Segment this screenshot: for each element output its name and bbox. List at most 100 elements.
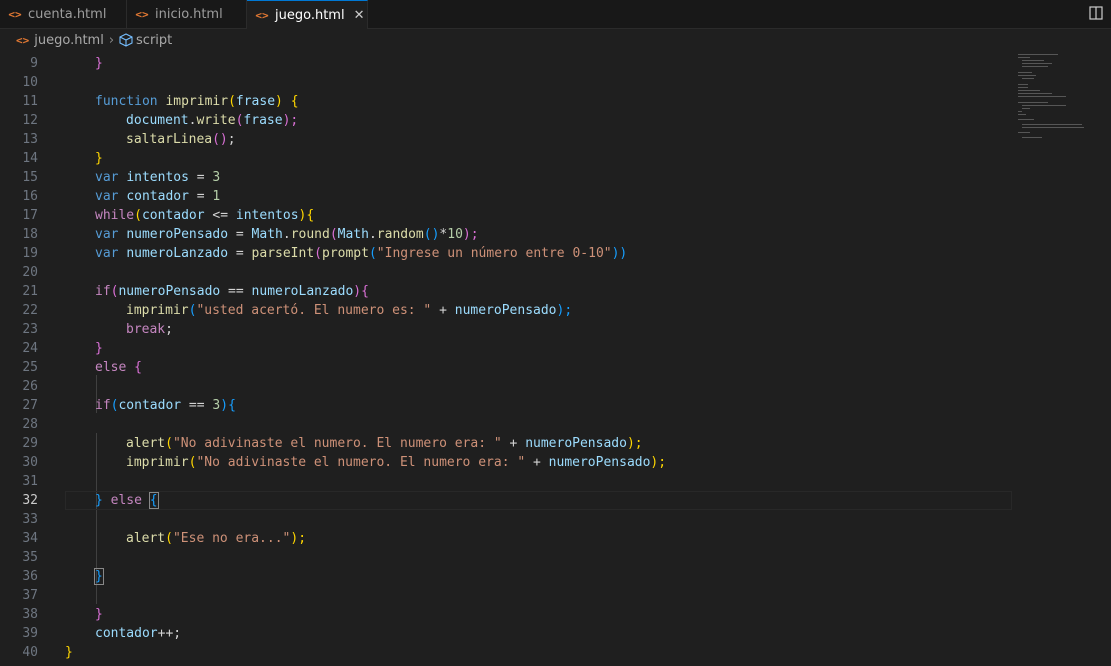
breadcrumb-file[interactable]: juego.html bbox=[34, 33, 104, 48]
line-number: 28 bbox=[22, 417, 38, 432]
function-call: imprimir bbox=[126, 455, 189, 470]
code-line: 31 bbox=[0, 472, 1010, 491]
string: "Ese no era..." bbox=[172, 531, 291, 546]
paren: ( bbox=[329, 227, 338, 242]
line-number: 25 bbox=[22, 360, 38, 375]
function-call: prompt bbox=[322, 246, 369, 261]
symbol-cube-icon bbox=[119, 33, 133, 47]
close-icon[interactable]: ✕ bbox=[354, 8, 365, 23]
brace: } bbox=[95, 56, 103, 71]
operator: ++; bbox=[157, 626, 182, 641]
code-line: 10 bbox=[0, 73, 1010, 92]
code-line: 36 } bbox=[0, 567, 1010, 586]
tab-juego[interactable]: <> juego.html ✕ bbox=[247, 0, 368, 29]
keyword: function bbox=[95, 94, 158, 109]
identifier: intentos bbox=[126, 170, 189, 185]
identifier: intentos bbox=[235, 208, 299, 223]
breadcrumb-symbol[interactable]: script bbox=[136, 33, 172, 48]
line-number: 23 bbox=[22, 322, 38, 337]
code-line: 27 if(contador == 3){ bbox=[0, 396, 1010, 415]
line-number: 30 bbox=[22, 455, 38, 470]
line-number: 21 bbox=[22, 284, 38, 299]
html-file-icon: <> bbox=[16, 33, 30, 47]
keyword: var bbox=[95, 170, 119, 185]
code-line: 9 } bbox=[0, 54, 1010, 73]
paren-semicolon: ); bbox=[556, 303, 573, 318]
identifier: numeroLanzado bbox=[126, 246, 229, 261]
operator: = bbox=[228, 227, 252, 242]
line-number: 20 bbox=[22, 265, 38, 280]
paren-semicolon: ); bbox=[290, 531, 307, 546]
function-call: saltarLinea bbox=[126, 132, 213, 147]
keyword: else bbox=[95, 360, 127, 375]
code-line: 37 bbox=[0, 586, 1010, 605]
line-number: 26 bbox=[22, 379, 38, 394]
string: "usted acertó. El numero es: " bbox=[196, 303, 432, 318]
current-code-line: 32 } else { bbox=[0, 491, 1012, 510]
dot: . bbox=[368, 227, 377, 242]
identifier: contador bbox=[126, 189, 189, 204]
semicolon: ; bbox=[165, 322, 173, 337]
code-line: 26 bbox=[0, 377, 1010, 396]
line-number: 9 bbox=[30, 56, 38, 71]
paren-semicolon: ); bbox=[650, 455, 667, 470]
paren-semicolon: ); bbox=[626, 436, 643, 451]
identifier: numeroPensado bbox=[126, 227, 229, 242]
split-editor-icon[interactable] bbox=[1089, 6, 1103, 20]
paren: ( bbox=[228, 94, 236, 109]
string: "No adivinaste el numero. El numero era:… bbox=[172, 436, 502, 451]
keyword: var bbox=[95, 189, 119, 204]
number: 3 bbox=[212, 170, 221, 185]
method: write bbox=[196, 113, 236, 128]
operator: = bbox=[228, 246, 252, 261]
code-line: 19 var numeroLanzado = parseInt(prompt("… bbox=[0, 244, 1010, 263]
code-line: 35 bbox=[0, 548, 1010, 567]
number: 1 bbox=[212, 189, 221, 204]
current-line-highlight bbox=[65, 491, 1012, 510]
matched-brace: } bbox=[94, 568, 104, 585]
line-number: 18 bbox=[22, 227, 38, 242]
brace: } bbox=[95, 341, 103, 356]
operator: == bbox=[181, 398, 213, 413]
code-line: 20 bbox=[0, 263, 1010, 282]
code-line: 34 alert("Ese no era..."); bbox=[0, 529, 1010, 548]
code-line: 22 imprimir("usted acertó. El numero es:… bbox=[0, 301, 1010, 320]
matched-brace: { bbox=[148, 492, 159, 509]
tab-inicio[interactable]: <> inicio.html bbox=[127, 0, 247, 28]
line-number: 40 bbox=[22, 645, 38, 660]
code-editor[interactable]: 9 } 10 11 function imprimir(frase) { 12 … bbox=[0, 52, 1111, 666]
keyword: if bbox=[95, 398, 111, 413]
line-number: 10 bbox=[22, 75, 38, 90]
identifier: numeroLanzado bbox=[251, 284, 354, 299]
brace: { bbox=[306, 208, 315, 223]
identifier: numeroPensado bbox=[454, 303, 557, 318]
operator: = bbox=[188, 170, 213, 185]
paren-semicolon: ); bbox=[462, 227, 479, 242]
chevron-right-icon: › bbox=[108, 32, 115, 48]
tab-cuenta[interactable]: <> cuenta.html bbox=[0, 0, 127, 28]
minimap[interactable] bbox=[1014, 52, 1094, 142]
brace: { bbox=[290, 94, 299, 109]
tab-label: juego.html bbox=[275, 7, 345, 23]
identifier: Math bbox=[337, 227, 369, 242]
line-number: 17 bbox=[22, 208, 38, 223]
code-line: 11 function imprimir(frase) { bbox=[0, 92, 1010, 111]
identifier: numeroPensado bbox=[548, 455, 651, 470]
brace: { bbox=[228, 398, 236, 413]
line-number: 37 bbox=[22, 588, 38, 603]
brace: { bbox=[361, 284, 369, 299]
tab-label: cuenta.html bbox=[28, 6, 107, 22]
code-line: 30 imprimir("No adivinaste el numero. El… bbox=[0, 453, 1010, 472]
breadcrumb: <> juego.html › script bbox=[0, 29, 1111, 51]
operator: == bbox=[220, 284, 252, 299]
identifier: contador bbox=[95, 626, 158, 641]
paren: () bbox=[212, 132, 228, 147]
code-line: 33 bbox=[0, 510, 1010, 529]
keyword: var bbox=[95, 246, 119, 261]
brace: { bbox=[134, 360, 142, 375]
paren: ( bbox=[165, 436, 173, 451]
keyword: while bbox=[95, 208, 135, 223]
paren-semicolon: ); bbox=[282, 113, 299, 128]
line-number: 31 bbox=[22, 474, 38, 489]
line-number: 27 bbox=[22, 398, 38, 413]
